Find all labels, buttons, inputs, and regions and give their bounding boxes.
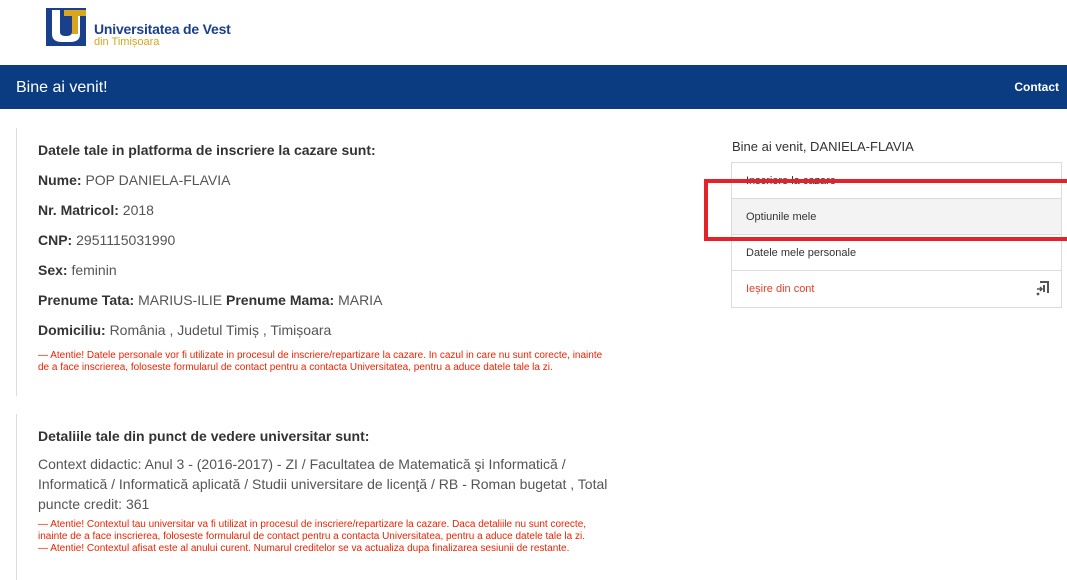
field-parents: Prenume Tata: MARIUS-ILIE Prenume Mama: … [38,292,382,308]
sidebar-item-label: Ieșire din cont [746,283,815,295]
university-data-section: Detaliile tale din punct de vedere unive… [16,414,716,580]
logo-subtitle: din Timișoara [94,36,160,48]
value-tata: MARIUS-ILIE [138,292,223,308]
field-matricol: Nr. Matricol: 2018 [38,202,154,218]
value-matricol: 2018 [122,202,154,218]
personal-data-section: Datele tale in platforma de inscriere la… [16,128,716,396]
label-mama: Prenume Mama: [226,292,335,308]
field-sex: Sex: feminin [38,262,117,278]
field-cnp: CNP: 2951115031990 [38,232,175,248]
label-nume: Nume: [38,172,82,188]
uvt-logo-icon [46,8,86,46]
value-nume: POP DANIELA-FLAVIA [85,172,231,188]
university-warning-line2: inainte de a face inscrierea, foloseste … [38,531,585,542]
personal-data-heading: Datele tale in platforma de inscriere la… [38,142,376,158]
context-line3: puncte credit: 361 [38,496,150,512]
context-line2: Informatică / Informatică aplicată / Stu… [38,476,608,492]
university-warning-line3: — Atentie! Contextul afisat este al anul… [38,543,570,554]
label-sex: Sex: [38,262,68,278]
label-matricol: Nr. Matricol: [38,202,119,218]
sidebar-greeting: Bine ai venit, DANIELA-FLAVIA [732,139,914,154]
university-logo[interactable]: Universitatea de Vest din Timișoara [46,8,246,48]
label-domiciliu: Domiciliu: [38,322,106,338]
university-warning-line1: — Atentie! Contextul tau universitar va … [38,519,587,530]
field-domiciliu: Domiciliu: România , Judetul Timiș , Tim… [38,322,331,338]
value-sex: feminin [71,262,117,278]
page-title: Bine ai venit! [16,79,108,96]
value-mama: MARIA [338,292,383,308]
highlight-annotation [704,179,1067,241]
field-nume: Nume: POP DANIELA-FLAVIA [38,172,230,188]
context-line1: Context didactic: Anul 3 - (2016-2017) -… [38,456,566,472]
personal-warning-line1: — Atentie! Datele personale vor fi utili… [38,350,603,361]
university-data-heading: Detaliile tale din punct de vedere unive… [38,428,370,444]
value-domiciliu: România , Judetul Timiș , Timișoara [109,322,332,338]
logout-icon [1036,281,1049,296]
personal-warning-line2: de a face inscrierea, foloseste formular… [38,362,553,373]
label-tata: Prenume Tata: [38,292,135,308]
sidebar-item-label: Datele mele personale [746,247,857,259]
contact-link[interactable]: Contact [1014,80,1059,94]
sidebar-item-logout[interactable]: Ieșire din cont [732,271,1061,307]
label-cnp: CNP: [38,232,73,248]
value-cnp: 2951115031990 [76,232,176,248]
top-nav-bar: Bine ai venit! Contact [0,65,1067,109]
logo-title: Universitatea de Vest [94,21,231,37]
